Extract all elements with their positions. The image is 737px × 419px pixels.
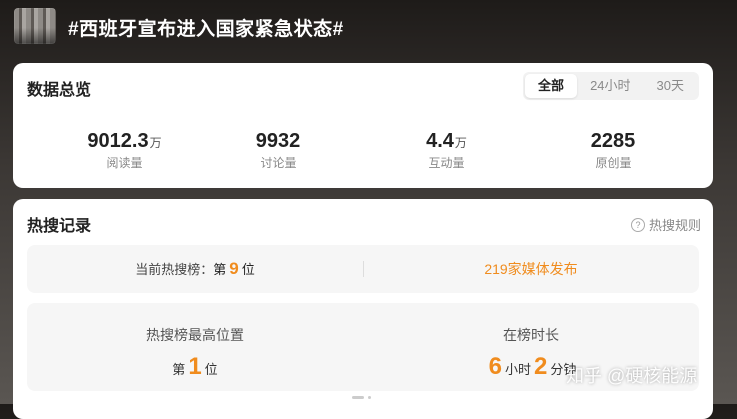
metric-value: 2285	[590, 130, 636, 152]
scroll-indicator-dot	[368, 396, 371, 399]
metric-label: 互动量	[428, 156, 465, 170]
overview-card: 数据总览 全部 24小时 30天 9012.3万 阅读量 9932 讨论量 4.…	[13, 63, 713, 188]
metric-label: 讨论量	[260, 156, 297, 170]
metric-interactions: 4.4万 互动量	[359, 130, 534, 171]
metric-value: 9012.3	[87, 130, 149, 152]
metric-reads: 9012.3万 阅读量	[37, 130, 212, 171]
peak-position: 热搜榜最高位置 第1位	[27, 303, 363, 381]
scroll-indicator	[352, 396, 364, 399]
peak-value: 1	[188, 353, 202, 380]
media-publish-link[interactable]: 219家媒体发布	[363, 245, 699, 293]
metric-value: 4.4	[426, 130, 454, 152]
record-title: 热搜记录	[27, 218, 92, 235]
duration-hours: 6	[488, 353, 502, 380]
metric-unit: 万	[149, 136, 162, 150]
peak-pre: 第	[172, 362, 186, 377]
topic-thumbnail[interactable]	[14, 8, 56, 44]
metric-unit: 万	[454, 136, 467, 150]
metric-originals: 2285 原创量	[526, 130, 701, 171]
tab-24h[interactable]: 24小时	[577, 74, 643, 98]
rank-pre: 第	[213, 262, 227, 277]
peak-post: 位	[204, 362, 218, 377]
current-rank-prefix: 当前热搜榜：	[135, 262, 214, 277]
overview-title: 数据总览	[27, 82, 92, 99]
metric-label: 原创量	[595, 156, 632, 170]
topic-title: #西班牙宣布进入国家紧急状态#	[68, 19, 344, 40]
topic-header: #西班牙宣布进入国家紧急状态#	[0, 0, 737, 60]
time-range-tabs: 全部 24小时 30天	[523, 72, 699, 100]
question-icon: ?	[630, 217, 645, 232]
rules-label: 热搜规则	[648, 218, 701, 233]
current-rank-value: 9	[229, 259, 239, 278]
duration-hours-unit: 小时	[504, 362, 531, 377]
tab-all[interactable]: 全部	[525, 74, 578, 98]
rank-post: 位	[241, 262, 255, 277]
metric-value: 9932	[255, 130, 301, 152]
duration-minutes: 2	[534, 353, 548, 380]
metric-label: 阅读量	[106, 156, 143, 170]
metric-discussions: 9932 讨论量	[191, 130, 366, 171]
current-rank-box: 当前热搜榜：第 9 位 219家媒体发布	[27, 245, 699, 293]
rules-link[interactable]: ? 热搜规则	[630, 215, 701, 234]
duration-label: 在榜时长	[503, 327, 559, 343]
watermark: 知乎 @硬核能源	[566, 366, 698, 386]
tab-30d[interactable]: 30天	[644, 74, 697, 98]
current-rank: 当前热搜榜：第 9 位	[27, 245, 363, 293]
peak-label: 热搜榜最高位置	[146, 327, 244, 343]
